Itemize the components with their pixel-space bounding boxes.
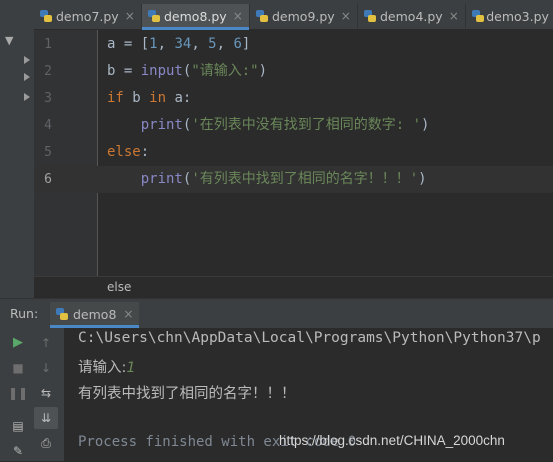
code-line[interactable]: 5 else: (34, 139, 553, 166)
tabbar-left-spacer (0, 0, 34, 30)
close-icon[interactable]: × (123, 307, 133, 321)
code-token: b (123, 90, 150, 106)
code-token: if (107, 90, 124, 106)
console-prompt-line: 请输入:1 (78, 356, 136, 377)
up-arrow-icon[interactable]: ↑ (34, 332, 58, 354)
collapse-icon[interactable]: ▼ (5, 34, 13, 47)
python-file-icon (364, 10, 376, 22)
code-line[interactable]: 1a = [1, 34, 5, 6] (34, 31, 553, 58)
tab-label: demo7.py (56, 8, 119, 24)
code-token: , (216, 36, 234, 52)
python-file-icon (256, 10, 268, 22)
line-number: 4 (44, 118, 52, 133)
close-icon[interactable]: × (341, 9, 351, 23)
code-token: 6 (233, 36, 242, 52)
layout-icon[interactable]: ▤ (6, 415, 30, 437)
code-token: 1 (149, 36, 158, 52)
line-number: 1 (44, 37, 52, 52)
fold-marker-icon (24, 93, 30, 101)
scroll-to-end-icon[interactable]: ⇊ (34, 407, 58, 429)
line-number: 6 (44, 172, 52, 187)
code-token: in (149, 90, 167, 106)
python-file-icon (472, 10, 484, 22)
code-lines[interactable]: 1a = [1, 34, 5, 6] 2 b = input("请输入:") 3 if … (34, 30, 553, 298)
code-line[interactable]: 3 if b in a: (34, 85, 553, 112)
tab-demo7[interactable]: demo7.py × (34, 4, 142, 28)
breadcrumb[interactable]: else (107, 280, 131, 294)
code-token: , (157, 36, 175, 52)
code-token: ) (418, 171, 427, 187)
close-icon[interactable]: × (233, 9, 243, 23)
code-token: input (140, 63, 183, 79)
console-output-line: 有列表中找到了相同的名字！！！ (78, 386, 296, 402)
code-text: print('有列表中找到了相同的名字！！！') (107, 166, 427, 193)
code-token: print (140, 117, 183, 133)
run-label: Run: (10, 306, 39, 321)
watermark: https://blog.csdn.net/CHINA_2000chn (279, 433, 505, 448)
code-token: ) (258, 63, 268, 79)
editor-tab-bar: demo7.py × demo8.py × demo9.py × demo4.py × demo… (0, 0, 553, 30)
code-token: ] (241, 36, 251, 52)
print-icon[interactable]: ⎙ (34, 432, 58, 454)
code-line[interactable]: 6 print('有列表中找到了相同的名字！！！') (34, 166, 553, 193)
code-text: print('在列表中没有找到了相同的数字: ') (107, 112, 430, 139)
code-token: print (140, 171, 183, 187)
pin-icon[interactable]: ✎ (6, 440, 30, 462)
code-text: b = input("请输入:") (107, 58, 267, 85)
run-tab-label: demo8 (73, 306, 117, 322)
code-token: 5 (208, 36, 217, 52)
run-tab-demo8[interactable]: demo8 × (50, 302, 140, 328)
tab-label: demo4.py (380, 8, 443, 24)
code-token: b = (107, 63, 141, 79)
breadcrumb-bar: else (34, 276, 553, 298)
code-line[interactable]: 2 b = input("请输入:") (34, 58, 553, 85)
down-arrow-icon[interactable]: ↓ (34, 357, 58, 379)
tab-demo4[interactable]: demo4.py × (358, 4, 466, 28)
console-user-input: 1 (126, 360, 136, 376)
code-editor[interactable]: ▼ 1a = [1, 34, 5, 6] 2 b = input("请输入:") 3 i… (0, 30, 553, 298)
code-token: 34 (174, 36, 192, 52)
close-icon[interactable]: × (449, 9, 459, 23)
code-line[interactable]: 4 print('在列表中没有找到了相同的数字: ') (34, 112, 553, 139)
console-prompt: 请输入: (78, 360, 127, 376)
code-token: '有列表中找到了相同的名字！！！' (191, 171, 419, 187)
python-file-icon (40, 10, 52, 22)
tab-label: demo8.py (164, 8, 227, 24)
close-icon[interactable]: × (125, 9, 135, 23)
code-token: a = [ (107, 36, 150, 52)
console-command-line: C:\Users\chn\AppData\Local\Programs\Pyth… (78, 330, 541, 346)
code-token: a: (166, 90, 192, 106)
code-token: : (140, 144, 150, 160)
code-token: , (191, 36, 209, 52)
soft-wrap-icon[interactable]: ⇆ (34, 382, 58, 404)
run-panel-header: Run: demo8 × (0, 298, 553, 328)
project-tool-strip: ▼ (0, 30, 34, 298)
tab-label: demo3.py (486, 8, 549, 24)
code-text: else: (107, 139, 149, 166)
line-number: 2 (44, 64, 52, 79)
pause-icon[interactable]: ❚❚ (6, 382, 30, 404)
line-number: 3 (44, 91, 52, 106)
code-token: '在列表中没有找到了相同的数字: ' (191, 117, 422, 133)
run-toolbar: ▶ ↑ ■ ↓ ❚❚ ⇆ ⇊ ▤ ⎙ ✎ (0, 328, 64, 461)
code-text: a = [1, 34, 5, 6] (107, 31, 250, 58)
python-file-icon (56, 308, 68, 320)
stop-icon[interactable]: ■ (6, 357, 30, 379)
python-file-icon (148, 10, 160, 22)
code-token: ) (421, 117, 430, 133)
tab-label: demo9.py (272, 8, 335, 24)
code-token: else (107, 144, 141, 160)
line-number: 5 (44, 145, 52, 160)
fold-marker-icon (24, 56, 30, 64)
fold-marker-icon (24, 73, 30, 81)
tab-demo3[interactable]: demo3.py× (466, 4, 553, 28)
code-token: "请输入:" (191, 63, 259, 79)
tab-demo9[interactable]: demo9.py × (250, 4, 358, 28)
code-text: if b in a: (107, 85, 191, 112)
rerun-icon[interactable]: ▶ (6, 332, 30, 354)
tab-demo8[interactable]: demo8.py × (142, 4, 250, 30)
